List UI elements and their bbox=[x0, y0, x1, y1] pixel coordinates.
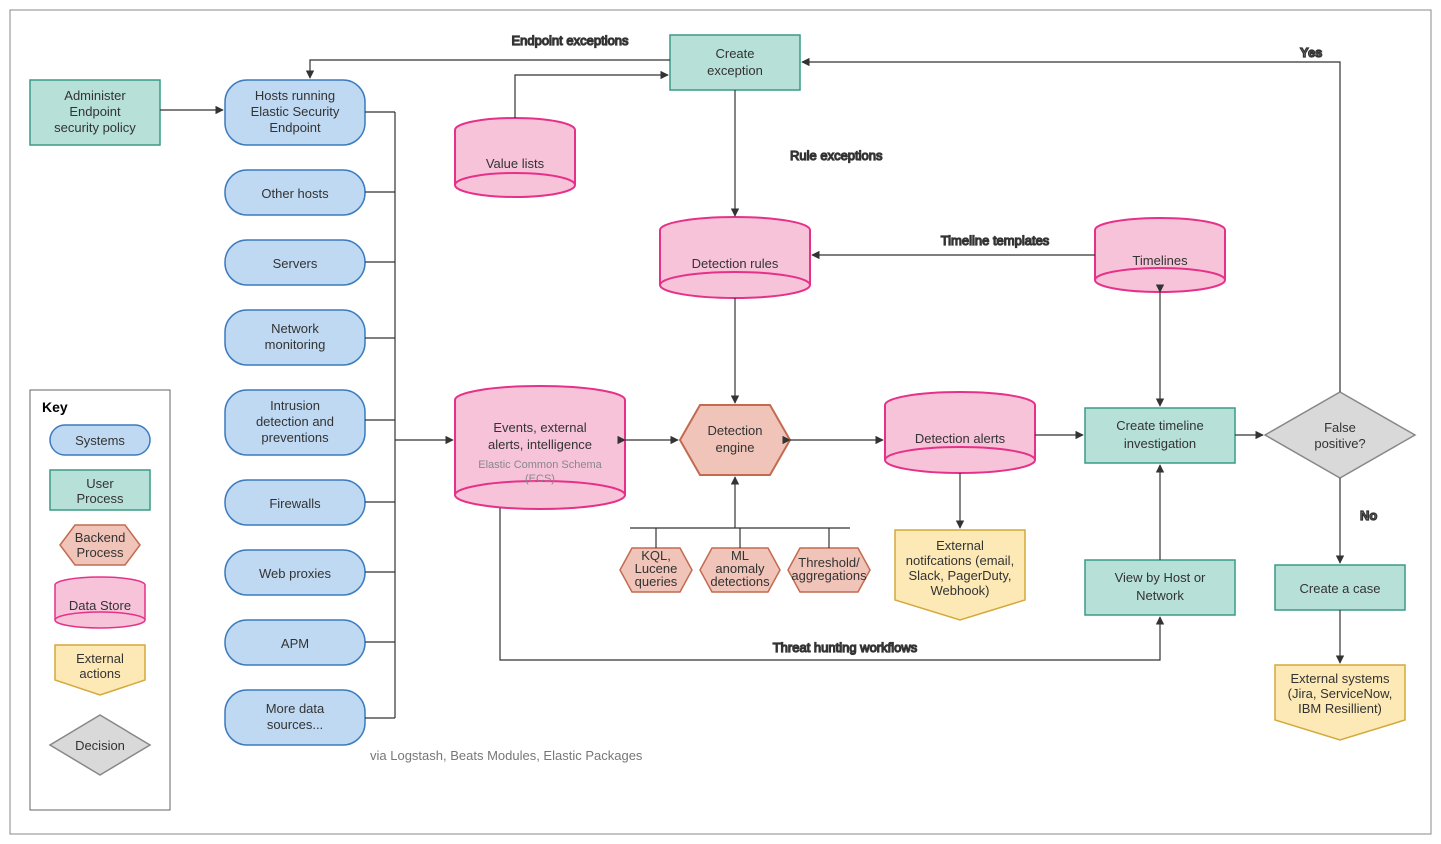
svg-text:engine: engine bbox=[715, 440, 754, 455]
svg-text:More data: More data bbox=[266, 701, 325, 716]
svg-text:Intrusion: Intrusion bbox=[270, 398, 320, 413]
svg-text:Other hosts: Other hosts bbox=[261, 186, 329, 201]
svg-text:APM: APM bbox=[281, 636, 309, 651]
systems-column: Hosts running Elastic Security Endpoint … bbox=[225, 80, 365, 745]
node-false-positive: False positive? bbox=[1265, 392, 1415, 478]
edge-label-threat-hunting: Threat hunting workflows bbox=[773, 640, 918, 655]
svg-text:(ECS): (ECS) bbox=[525, 473, 555, 485]
svg-text:False: False bbox=[1324, 420, 1356, 435]
svg-text:Firewalls: Firewalls bbox=[269, 496, 321, 511]
edge-label-yes: Yes bbox=[1300, 45, 1322, 60]
svg-text:Detection: Detection bbox=[708, 423, 763, 438]
svg-text:investigation: investigation bbox=[1124, 436, 1196, 451]
svg-text:Hosts running: Hosts running bbox=[255, 88, 335, 103]
node-admin-policy: Administer Endpoint security policy bbox=[30, 80, 160, 145]
svg-text:Create: Create bbox=[715, 46, 754, 61]
svg-text:notifcations (email,: notifcations (email, bbox=[906, 553, 1014, 568]
svg-text:aggregations: aggregations bbox=[791, 568, 867, 583]
svg-text:Timelines: Timelines bbox=[1132, 253, 1188, 268]
svg-text:preventions: preventions bbox=[261, 430, 329, 445]
svg-text:monitoring: monitoring bbox=[265, 337, 326, 352]
node-kql: KQL, Lucene queries bbox=[620, 548, 692, 592]
node-timelines: Timelines bbox=[1095, 218, 1225, 292]
svg-text:Elastic Common Schema: Elastic Common Schema bbox=[478, 459, 602, 471]
svg-text:Network: Network bbox=[271, 321, 319, 336]
node-ml: ML anomaly detections bbox=[700, 548, 780, 592]
svg-text:exception: exception bbox=[707, 63, 763, 78]
svg-text:Webhook): Webhook) bbox=[930, 583, 989, 598]
key-title: Key bbox=[42, 399, 68, 415]
edge-label-no: No bbox=[1360, 508, 1377, 523]
svg-text:IBM Resillient): IBM Resillient) bbox=[1298, 701, 1382, 716]
svg-text:Detection rules: Detection rules bbox=[692, 256, 779, 271]
caption-via-logstash: via Logstash, Beats Modules, Elastic Pac… bbox=[370, 748, 643, 763]
svg-text:Data Store: Data Store bbox=[69, 598, 131, 613]
svg-text:Slack, PagerDuty,: Slack, PagerDuty, bbox=[908, 568, 1011, 583]
node-events: Events, external alerts, intelligence El… bbox=[455, 386, 625, 509]
svg-text:actions: actions bbox=[79, 666, 121, 681]
node-external-notifications: External notifcations (email, Slack, Pag… bbox=[895, 530, 1025, 620]
svg-text:Backend: Backend bbox=[75, 530, 126, 545]
node-detection-engine: Detection engine bbox=[680, 405, 790, 475]
svg-text:View by Host or: View by Host or bbox=[1115, 570, 1206, 585]
node-view-host-network: View by Host or Network bbox=[1085, 560, 1235, 615]
svg-text:Events, external: Events, external bbox=[493, 420, 586, 435]
svg-text:Endpoint: Endpoint bbox=[269, 120, 321, 135]
svg-text:Process: Process bbox=[77, 545, 124, 560]
svg-text:security policy: security policy bbox=[54, 120, 136, 135]
svg-text:Create timeline: Create timeline bbox=[1116, 418, 1203, 433]
key-user-process-label-l2: Process bbox=[77, 491, 124, 506]
svg-text:Endpoint: Endpoint bbox=[69, 104, 121, 119]
svg-text:Servers: Servers bbox=[273, 256, 318, 271]
svg-text:alerts, intelligence: alerts, intelligence bbox=[488, 437, 592, 452]
svg-text:Value lists: Value lists bbox=[486, 156, 545, 171]
svg-text:detection and: detection and bbox=[256, 414, 334, 429]
svg-text:External: External bbox=[76, 651, 124, 666]
node-detection-rules: Detection rules bbox=[660, 217, 810, 298]
svg-text:sources...: sources... bbox=[267, 717, 323, 732]
svg-text:External systems: External systems bbox=[1291, 671, 1390, 686]
svg-text:Elastic Security: Elastic Security bbox=[251, 104, 340, 119]
svg-text:Decision: Decision bbox=[75, 738, 125, 753]
svg-text:Administer: Administer bbox=[64, 88, 126, 103]
svg-text:Network: Network bbox=[1136, 588, 1184, 603]
svg-text:External: External bbox=[936, 538, 984, 553]
node-detection-alerts: Detection alerts bbox=[885, 392, 1035, 473]
svg-text:Web proxies: Web proxies bbox=[259, 566, 332, 581]
edge-label-timeline-templates: Timeline templates bbox=[941, 233, 1050, 248]
svg-text:positive?: positive? bbox=[1314, 436, 1365, 451]
node-create-exception: Create exception bbox=[670, 35, 800, 90]
node-external-systems: External systems (Jira, ServiceNow, IBM … bbox=[1275, 665, 1405, 740]
node-threshold: Threshold/ aggregations bbox=[788, 548, 870, 592]
key-panel: Key Systems User Process User Process Ba… bbox=[30, 390, 170, 810]
svg-text:detections: detections bbox=[710, 574, 770, 589]
edge-label-endpoint-exceptions: Endpoint exceptions bbox=[511, 33, 629, 48]
key-user-process-label-l1: User bbox=[86, 476, 114, 491]
svg-text:(Jira, ServiceNow,: (Jira, ServiceNow, bbox=[1288, 686, 1393, 701]
svg-text:Detection alerts: Detection alerts bbox=[915, 431, 1006, 446]
edge-label-rule-exceptions: Rule exceptions bbox=[790, 148, 883, 163]
node-create-timeline: Create timeline investigation bbox=[1085, 408, 1235, 463]
node-value-lists: Value lists bbox=[455, 118, 575, 197]
node-create-case: Create a case bbox=[1275, 565, 1405, 610]
svg-text:Create a case: Create a case bbox=[1300, 581, 1381, 596]
key-systems-label: Systems bbox=[75, 433, 125, 448]
svg-text:queries: queries bbox=[635, 574, 678, 589]
